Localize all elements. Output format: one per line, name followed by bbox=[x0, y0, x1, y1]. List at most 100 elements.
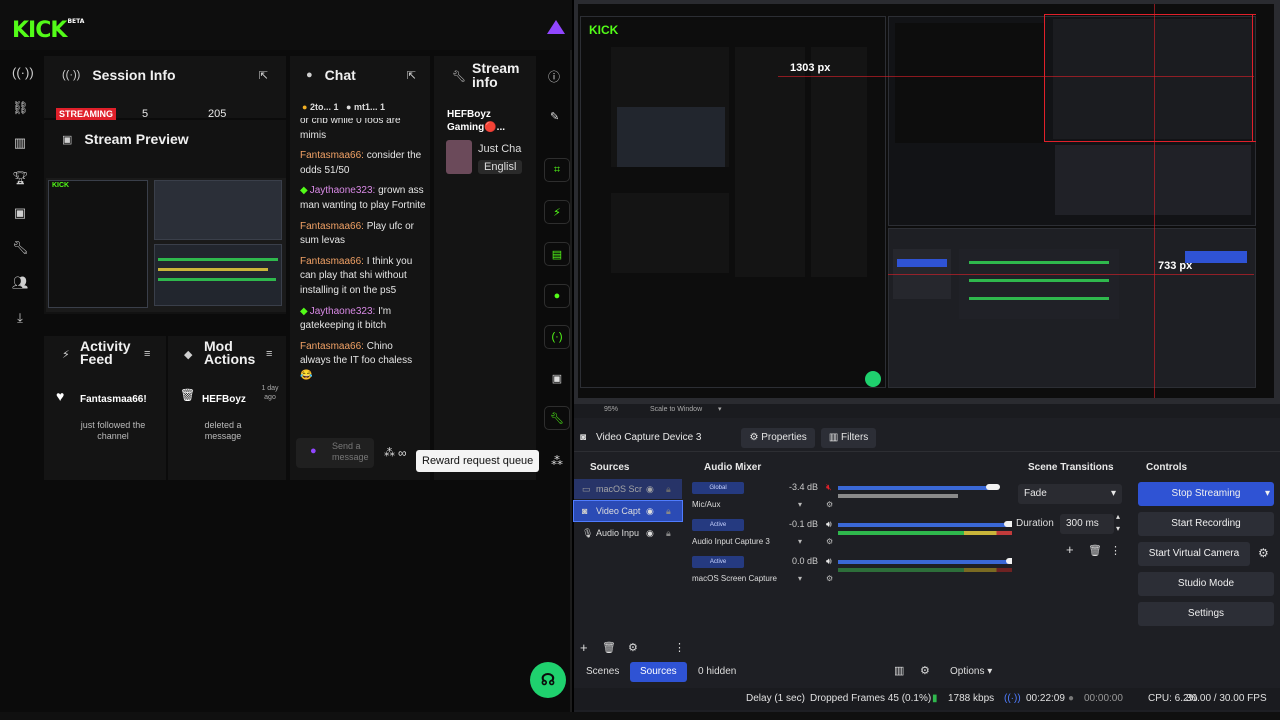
stepper-up-icon[interactable]: ▴ bbox=[1116, 512, 1120, 521]
kick-topbar: KICKBETA bbox=[0, 0, 572, 50]
trophy-icon[interactable]: 🏆︎ bbox=[12, 170, 29, 186]
users-icon[interactable]: 👥︎ bbox=[12, 275, 29, 291]
filters-button[interactable]: ▥ Filters bbox=[820, 427, 877, 448]
stepper-down-icon[interactable]: ▾ bbox=[1116, 524, 1120, 533]
add-transition-icon[interactable]: + bbox=[1066, 542, 1074, 557]
top-user-name[interactable]: 2to... bbox=[310, 102, 331, 112]
duration-input[interactable]: 300 ms bbox=[1060, 514, 1114, 534]
zoom-mode[interactable]: Scale to Window bbox=[650, 406, 702, 413]
volume-slider-track[interactable] bbox=[838, 523, 1011, 527]
activity-text: just followed the channel bbox=[80, 420, 146, 441]
mixer-channel: Global -3.4 dB 🔇︎ Mic/Aux ▾ ⚙ bbox=[688, 482, 1006, 520]
eye-icon[interactable]: ◉ bbox=[646, 501, 654, 521]
studio-mode-button[interactable]: Studio Mode bbox=[1138, 572, 1274, 596]
gear-icon[interactable]: ⚙ bbox=[826, 574, 833, 583]
layout-icon[interactable]: ▥ bbox=[894, 664, 904, 677]
lock-icon[interactable]: 🔒︎ bbox=[666, 501, 671, 521]
eye-icon[interactable]: ◉ bbox=[646, 479, 654, 499]
broadcast-icon[interactable]: (·) bbox=[544, 325, 570, 349]
mixer-settings-icon[interactable]: ⚙ bbox=[920, 664, 930, 677]
trash-icon[interactable]: 🗑︎ bbox=[602, 641, 616, 654]
start-recording-button[interactable]: Start Recording bbox=[1138, 512, 1274, 536]
chevron-down-icon: ▾ bbox=[1110, 488, 1116, 499]
tab-sources[interactable]: Sources bbox=[630, 662, 687, 682]
muted-speaker-icon[interactable]: 🔇︎ bbox=[826, 482, 832, 493]
screen-icon[interactable]: ▣ bbox=[544, 366, 570, 390]
filter-icon[interactable]: ≡ bbox=[144, 348, 150, 360]
source-item[interactable]: ◙ Video Capt ◉ 🔒︎ bbox=[573, 500, 683, 522]
taskbar-strip bbox=[0, 712, 1280, 720]
add-source-icon[interactable]: + bbox=[580, 640, 588, 655]
start-virtual-camera-button[interactable]: Start Virtual Camera bbox=[1138, 542, 1250, 566]
rewards-icon[interactable]: ⁂ bbox=[551, 454, 563, 468]
signal-icon: ▮ bbox=[932, 693, 938, 704]
chevron-down-icon[interactable]: ▾ bbox=[798, 537, 802, 546]
wrench-icon[interactable]: 🔧︎ bbox=[12, 240, 29, 256]
edit-icon[interactable]: ✎ bbox=[550, 110, 559, 123]
chat-bubble-icon[interactable]: ● bbox=[544, 284, 570, 308]
speaker-icon[interactable]: 🔊︎ bbox=[826, 519, 832, 530]
reward-icon[interactable]: ⁂ bbox=[384, 446, 395, 459]
support-chat-button[interactable]: ☊ bbox=[530, 662, 566, 698]
volume-slider-knob[interactable] bbox=[986, 484, 1000, 490]
settings-button[interactable]: Settings bbox=[1138, 602, 1274, 626]
wrench-icon[interactable]: 🔧︎ bbox=[544, 406, 570, 430]
chat-title: Chat bbox=[324, 67, 356, 83]
chat-top-users: ● 2to... 1 ● mt1... 1 bbox=[302, 102, 386, 112]
filter-icon[interactable]: ≡ bbox=[266, 348, 272, 360]
lock-icon[interactable]: 🔒︎ bbox=[666, 479, 671, 499]
chevron-down-icon[interactable]: ▾ bbox=[718, 405, 722, 413]
tab-scenes[interactable]: Scenes bbox=[576, 662, 629, 682]
video-icon[interactable]: ▣ bbox=[12, 205, 28, 221]
volume-slider-track[interactable] bbox=[838, 486, 993, 490]
gear-icon[interactable]: ⚙ bbox=[826, 537, 833, 546]
chevron-down-icon[interactable]: ▾ bbox=[798, 574, 802, 583]
chat-messages: or cnb while 0 foos are mimis Fantasmaa6… bbox=[300, 118, 426, 448]
channel-tag: Active bbox=[692, 519, 744, 531]
creator-triangle-icon[interactable] bbox=[547, 20, 565, 34]
source-item[interactable]: ▭ macOS Scr ◉ 🔒︎ bbox=[574, 479, 682, 499]
reward-queue-tooltip: Reward request queue bbox=[416, 450, 540, 472]
download-icon[interactable]: ⤓ bbox=[12, 310, 28, 326]
top-user-name[interactable]: mt1... bbox=[354, 102, 378, 112]
channel-name: macOS Screen Capture bbox=[692, 574, 777, 583]
record-indicator-icon: ● bbox=[1068, 693, 1075, 704]
activity-user: Fantasmaa66! bbox=[80, 394, 147, 405]
info-icon[interactable]: ⓘ bbox=[548, 68, 560, 85]
more-icon[interactable]: ⋮ bbox=[1110, 544, 1121, 557]
emote-icon[interactable]: ● bbox=[310, 445, 317, 457]
lightning-icon[interactable]: ⚡︎ bbox=[544, 200, 570, 224]
language-tag: Englisl bbox=[478, 160, 523, 174]
chat-input[interactable]: ● Send a message bbox=[296, 438, 374, 468]
gear-icon[interactable]: ⚙ bbox=[628, 641, 638, 654]
link-icon[interactable]: ⛓ bbox=[12, 100, 29, 116]
trash-icon[interactable]: 🗑︎ bbox=[1088, 544, 1102, 557]
chevron-down-icon[interactable]: ▾ bbox=[1265, 482, 1270, 506]
stop-streaming-button[interactable]: Stop Streaming ▾ bbox=[1138, 482, 1274, 506]
chevron-down-icon[interactable]: ▾ bbox=[798, 500, 802, 509]
source-item[interactable]: 🎙︎ Audio Inpu ◉ 🔒︎ bbox=[574, 523, 682, 543]
popout-icon[interactable]: ⇱ bbox=[259, 69, 268, 82]
infinity-icon[interactable]: ∞ bbox=[398, 446, 407, 460]
popout-icon[interactable]: ⇱ bbox=[407, 69, 416, 82]
obs-preview-canvas[interactable]: KICK 1303 px 733 px bbox=[574, 0, 1280, 404]
lock-icon[interactable]: 🔒︎ bbox=[666, 523, 671, 543]
gear-icon[interactable]: ⚙ bbox=[826, 500, 833, 509]
clip-icon[interactable]: ⌗ bbox=[544, 158, 570, 182]
obs-preview-content: KICK 1303 px 733 px bbox=[578, 4, 1274, 398]
properties-button[interactable]: ⚙ Properties bbox=[741, 427, 815, 448]
volume-slider-track[interactable] bbox=[838, 560, 1013, 564]
live-signal-icon[interactable]: ((·)) bbox=[12, 65, 34, 81]
more-icon[interactable]: ⋮ bbox=[674, 641, 685, 654]
notes-icon[interactable]: ▤ bbox=[544, 242, 570, 266]
analytics-icon[interactable]: ▥ bbox=[12, 135, 28, 151]
speaker-icon[interactable]: 🔊︎ bbox=[826, 556, 832, 567]
transition-select[interactable]: Fade ▾ bbox=[1018, 484, 1122, 504]
eye-icon[interactable]: ◉ bbox=[646, 523, 654, 543]
kick-logo[interactable]: KICKBETA bbox=[12, 18, 84, 43]
options-menu[interactable]: Options ▾ bbox=[940, 662, 1002, 682]
zoom-value[interactable]: 95% bbox=[604, 406, 618, 413]
channel-tag: Global bbox=[692, 482, 744, 494]
transition-value: Fade bbox=[1024, 488, 1047, 499]
gear-icon[interactable]: ⚙ bbox=[1258, 546, 1269, 560]
